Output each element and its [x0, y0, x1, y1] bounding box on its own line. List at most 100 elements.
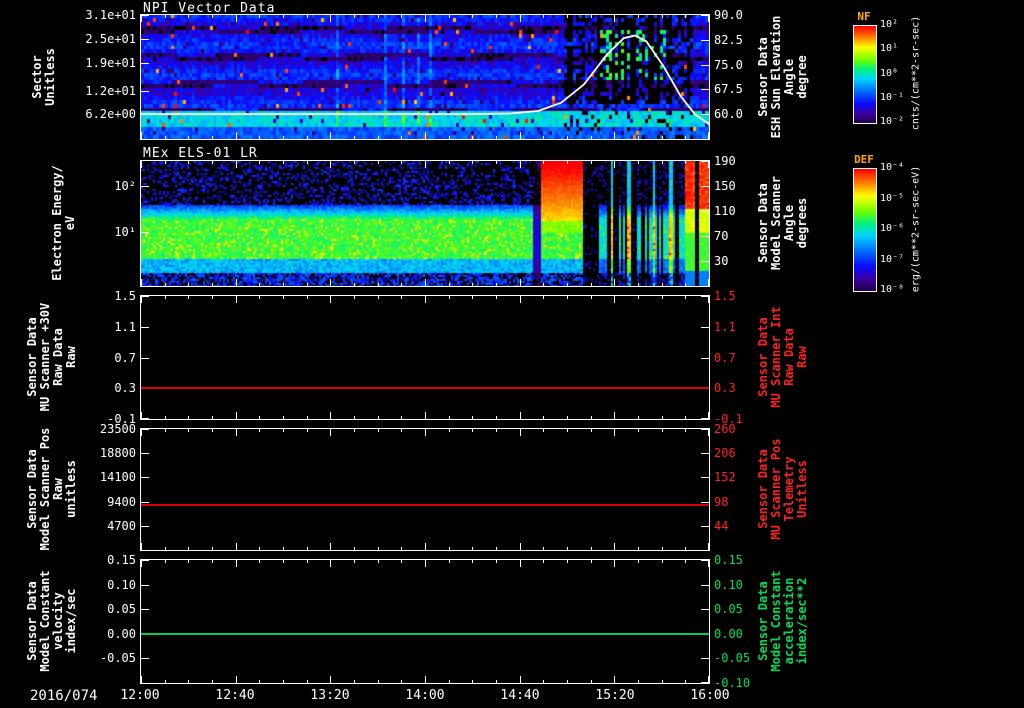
- y-tick-label-right: 60.0: [714, 107, 743, 122]
- y-tick-mark: [141, 114, 149, 115]
- y-tick-label-right: 0.15: [714, 553, 743, 567]
- x-tick-mark: [496, 15, 497, 18]
- x-tick-mark: [496, 560, 497, 563]
- colorbar-tick-label: 10⁻²: [880, 116, 905, 127]
- x-tick-mark: [567, 560, 568, 563]
- x-tick-mark: [330, 543, 331, 550]
- x-tick-mark: [283, 283, 284, 286]
- x-tick-mark: [496, 136, 497, 139]
- x-tick-mark: [425, 132, 426, 139]
- x-tick-mark: [520, 676, 521, 683]
- y-tick-mark: [141, 502, 149, 503]
- x-tick-mark: [259, 283, 260, 286]
- def-colorbar-title: DEF: [854, 153, 874, 166]
- y-tick-mark: [141, 232, 149, 233]
- x-tick-mark: [165, 296, 166, 299]
- x-tick-mark: [212, 161, 213, 164]
- x-tick-mark: [141, 412, 142, 419]
- colorbar-tick-label: 10⁻⁵: [880, 192, 905, 204]
- y-tick-mark: [141, 560, 149, 561]
- y-tick-label-left: 1.9e+01: [85, 56, 136, 70]
- x-tick-mark: [307, 416, 308, 419]
- x-tick-mark: [449, 560, 450, 563]
- x-tick-mark: [188, 296, 189, 299]
- y-tick-mark: [701, 40, 709, 41]
- x-tick-mark: [449, 429, 450, 432]
- y-tick-label-left: 1.2e+01: [85, 84, 136, 98]
- x-tick-mark: [662, 15, 663, 18]
- x-tick-mark: [425, 161, 426, 168]
- nf-colorbar-title: NF: [857, 10, 871, 23]
- x-tick-mark: [141, 296, 142, 303]
- x-tick-mark: [567, 296, 568, 299]
- y-tick-mark: [701, 526, 709, 527]
- x-tick-mark: [567, 429, 568, 432]
- mu-scanner-30v-panel: [140, 295, 710, 420]
- y-tick-mark: [141, 658, 149, 659]
- x-tick-mark: [354, 560, 355, 563]
- y-tick-label-right: 110: [714, 204, 736, 218]
- mu-scanner-pos-right-axis-label: Sensor Data MU Scanner Pos Telemetry Uni…: [756, 438, 809, 540]
- y-tick-label-right: 98: [714, 494, 729, 509]
- y-tick-label-right: 260: [714, 422, 736, 436]
- y-tick-label-right: 0.05: [714, 602, 743, 617]
- x-tick-mark: [708, 132, 709, 139]
- y-tick-mark: [701, 358, 709, 359]
- colorbar-tick-label: 10⁻⁷: [880, 253, 905, 265]
- x-tick-mark: [141, 15, 142, 22]
- x-tick-mark: [638, 547, 639, 550]
- y-tick-mark: [701, 502, 709, 503]
- x-tick-mark: [614, 161, 615, 168]
- x-tick-mark: [685, 283, 686, 286]
- x-tick-mark: [708, 412, 709, 419]
- x-tick-mark: [591, 680, 592, 683]
- x-tick-mark: [708, 161, 709, 168]
- x-tick-mark: [378, 547, 379, 550]
- y-tick-label-right: -0.05: [714, 651, 751, 666]
- x-tick-mark: [401, 416, 402, 419]
- colorbar-tick-label: 10²: [880, 19, 899, 30]
- x-tick-mark: [472, 296, 473, 299]
- x-tick-mark: [378, 283, 379, 286]
- x-tick-mark: [378, 416, 379, 419]
- x-tick-mark: [307, 547, 308, 550]
- x-tick-mark: [212, 416, 213, 419]
- x-tick-mark: [543, 136, 544, 139]
- x-tick-mark: [543, 161, 544, 164]
- y-tick-mark: [141, 358, 149, 359]
- x-tick-mark: [236, 560, 237, 567]
- x-tick-mark: [520, 543, 521, 550]
- x-tick-mark: [520, 560, 521, 567]
- x-tick-mark: [330, 560, 331, 567]
- x-tick-mark: [212, 680, 213, 683]
- x-tick-mark: [708, 279, 709, 286]
- x-tick-label: 16:00: [690, 688, 730, 703]
- y-tick-label-right: 44: [714, 518, 729, 533]
- y-tick-mark: [701, 585, 709, 586]
- x-tick-mark: [283, 296, 284, 299]
- x-tick-mark: [259, 429, 260, 432]
- els-spectrogram-panel: [140, 160, 710, 287]
- x-tick-mark: [662, 680, 663, 683]
- x-tick-mark: [685, 416, 686, 419]
- x-tick-mark: [543, 560, 544, 563]
- y-tick-mark: [141, 15, 149, 16]
- y-tick-mark: [701, 609, 709, 610]
- x-tick-mark: [165, 680, 166, 683]
- x-tick-mark: [472, 429, 473, 432]
- x-tick-mark: [165, 429, 166, 432]
- y-tick-label-right: 206: [714, 446, 736, 461]
- x-tick-mark: [638, 416, 639, 419]
- npi-spectrogram-canvas: [141, 15, 709, 139]
- x-tick-mark: [425, 543, 426, 550]
- x-tick-mark: [543, 296, 544, 299]
- x-tick-mark: [378, 136, 379, 139]
- x-tick-mark: [188, 283, 189, 286]
- colorbar-tick-label: 10⁻¹: [880, 91, 905, 103]
- x-axis-date-label: 2016/074: [30, 688, 98, 704]
- y-tick-label-left: 10¹: [114, 225, 136, 240]
- y-tick-label-right: 30: [714, 254, 729, 268]
- x-tick-mark: [520, 296, 521, 303]
- x-tick-mark: [330, 132, 331, 139]
- x-tick-mark: [543, 680, 544, 683]
